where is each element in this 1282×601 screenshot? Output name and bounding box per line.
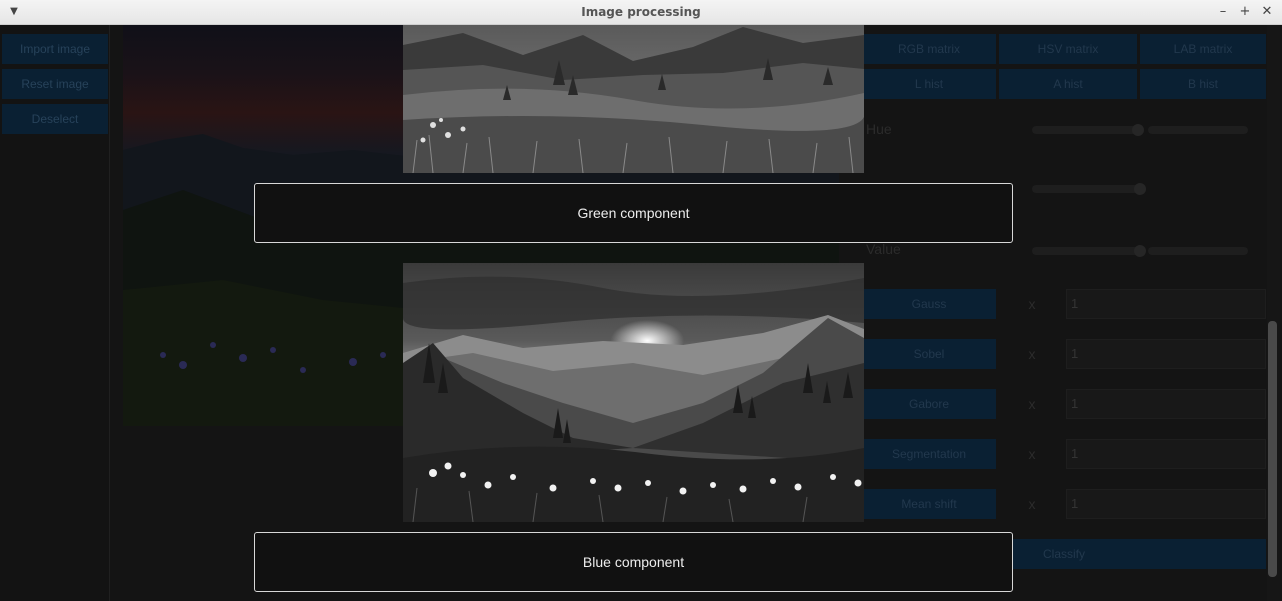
gauss-x-label: x [1028, 296, 1036, 312]
scrollbar-thumb[interactable] [1268, 321, 1277, 577]
l-hist-button[interactable]: L hist [862, 69, 996, 99]
mean-shift-size-input[interactable]: 1 [1066, 489, 1266, 519]
gabore-button[interactable]: Gabore [862, 389, 996, 419]
blue-component-caption: Blue component [254, 532, 1013, 592]
value-slider-knob[interactable] [1134, 245, 1146, 257]
hue-slider-high[interactable] [1148, 126, 1248, 134]
gabore-size-input[interactable]: 1 [1066, 389, 1266, 419]
right-panel: RGB matrix HSV matrix LAB matrix L hist … [862, 25, 1266, 601]
deselect-button[interactable]: Deselect [2, 104, 108, 134]
value-label: Value [866, 241, 901, 257]
import-image-button[interactable]: Import image [2, 34, 108, 64]
b-hist-button[interactable]: B hist [1140, 69, 1266, 99]
hue-slider-low[interactable] [1032, 126, 1142, 134]
mean-shift-button[interactable]: Mean shift [862, 489, 996, 519]
mean-shift-x-label: x [1028, 496, 1036, 512]
a-hist-button[interactable]: A hist [999, 69, 1137, 99]
maximize-icon[interactable]: + [1237, 4, 1253, 20]
saturation-slider-knob[interactable] [1134, 183, 1146, 195]
sobel-size-input[interactable]: 1 [1066, 339, 1266, 369]
hue-slider-knob[interactable] [1132, 124, 1144, 136]
minimize-icon[interactable]: – [1215, 4, 1231, 20]
lab-matrix-button[interactable]: LAB matrix [1140, 34, 1266, 64]
green-component-image [403, 25, 864, 173]
hsv-matrix-button[interactable]: HSV matrix [999, 34, 1137, 64]
rgb-matrix-button[interactable]: RGB matrix [862, 34, 996, 64]
gauss-button[interactable]: Gauss [862, 289, 996, 319]
gabore-x-label: x [1028, 396, 1036, 412]
segmentation-x-label: x [1028, 446, 1036, 462]
green-component-caption: Green component [254, 183, 1013, 243]
window-title: Image processing [581, 5, 701, 19]
value-slider-high[interactable] [1148, 247, 1248, 255]
title-bar: ▼ Image processing – + ✕ [0, 0, 1282, 25]
close-icon[interactable]: ✕ [1259, 4, 1275, 20]
sobel-x-label: x [1028, 346, 1036, 362]
hue-label: Hue [866, 121, 892, 137]
segmentation-size-input[interactable]: 1 [1066, 439, 1266, 469]
segmentation-button[interactable]: Segmentation [862, 439, 996, 469]
left-panel: Import image Reset image Deselect [0, 25, 110, 601]
gauss-size-input[interactable]: 1 [1066, 289, 1266, 319]
sobel-button[interactable]: Sobel [862, 339, 996, 369]
value-slider-low[interactable] [1032, 247, 1142, 255]
blue-component-image [403, 263, 864, 522]
reset-image-button[interactable]: Reset image [2, 69, 108, 99]
app-body: Import image Reset image Deselect RGB ma… [0, 25, 1282, 601]
saturation-slider-low[interactable] [1032, 185, 1142, 193]
vertical-scrollbar[interactable] [1267, 25, 1280, 601]
app-window: ▼ Image processing – + ✕ Import image Re… [0, 0, 1282, 601]
